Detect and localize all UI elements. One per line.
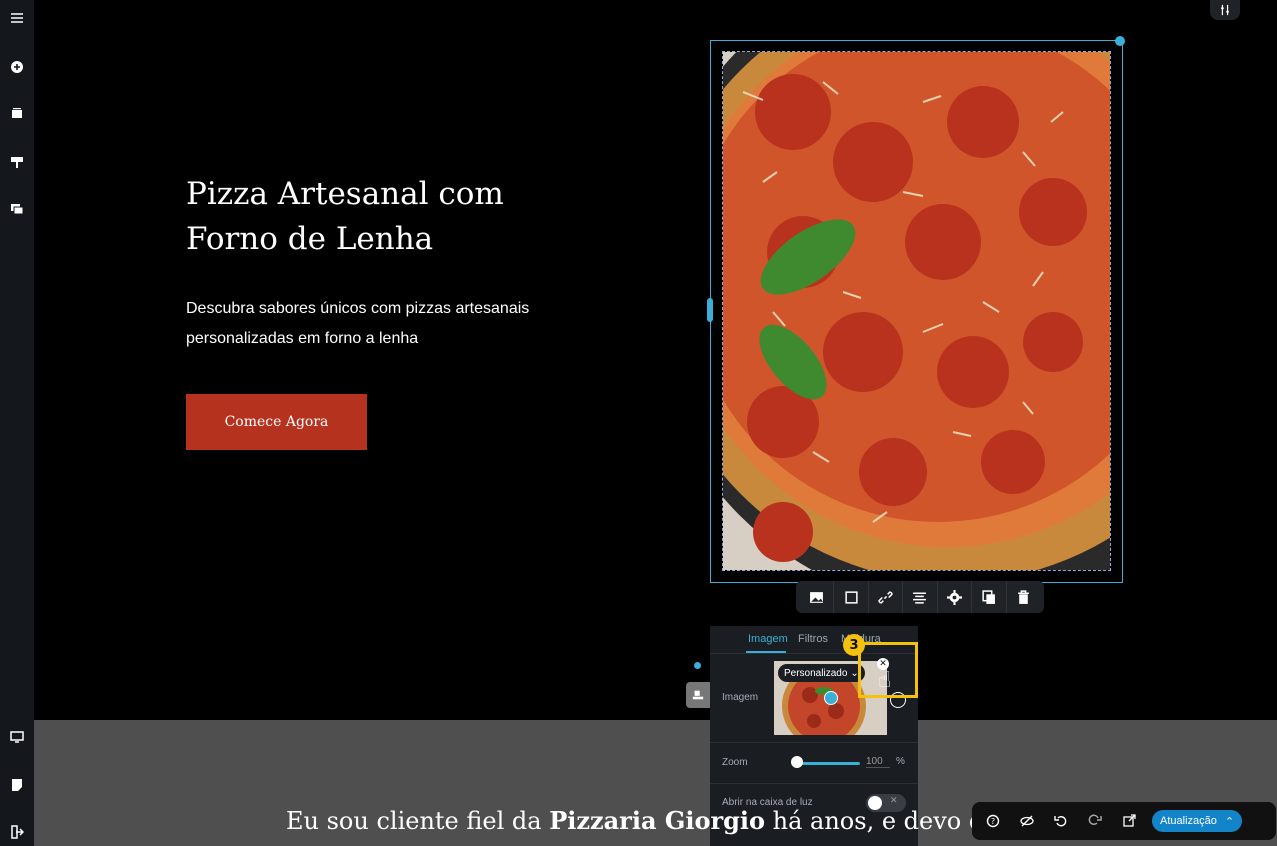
resize-handle[interactable] <box>707 298 713 322</box>
zoom-slider-track[interactable] <box>796 762 860 765</box>
desktop-view-icon[interactable] <box>7 727 27 747</box>
hand-pointer-icon: ☝ <box>878 668 892 693</box>
panel-marker-dot <box>694 662 701 669</box>
notes-icon[interactable] <box>7 775 27 795</box>
trash-icon[interactable] <box>1007 581 1040 613</box>
duplicate-icon[interactable] <box>972 581 1007 613</box>
testimonial-quote: Eu sou cliente fiel da Pizzaria Giorgio … <box>286 806 1083 835</box>
design-icon[interactable] <box>7 152 27 172</box>
hero-subtitle: Descubra sabores únicos com pizzas artes… <box>186 294 586 354</box>
pizza-image[interactable] <box>722 51 1111 571</box>
hero-title-line: Forno de Lenha <box>186 221 434 257</box>
toggle-off-icon: ✕ <box>890 796 898 806</box>
update-label: Atualização <box>1160 815 1217 827</box>
zoom-slider-thumb[interactable] <box>791 756 803 768</box>
focal-point-handle[interactable] <box>824 691 838 705</box>
left-toolbar <box>0 0 34 846</box>
gear-icon[interactable] <box>938 581 973 613</box>
frame-icon[interactable] <box>834 581 869 613</box>
undo-icon[interactable] <box>1044 802 1078 840</box>
quote-prefix: Eu sou cliente fiel da <box>286 807 550 835</box>
sections-icon[interactable] <box>7 104 27 124</box>
quote-brand: Pizzaria Giorgio <box>549 806 766 835</box>
hero-subtitle-line: personalizadas em forno a lenha <box>186 330 419 347</box>
image-label: Imagem <box>722 692 759 703</box>
divider <box>710 783 918 784</box>
zoom-unit: % <box>896 756 905 767</box>
menu-icon[interactable] <box>7 8 27 28</box>
hero-title: Pizza Artesanal com Forno de Lenha <box>186 172 566 262</box>
update-button[interactable]: Atualização ⌃ <box>1152 810 1243 832</box>
help-icon[interactable]: ? <box>976 802 1010 840</box>
image-icon[interactable] <box>800 581 835 613</box>
zoom-value-input[interactable]: 100 <box>866 756 890 768</box>
tab-filters[interactable]: Filtros <box>798 633 828 645</box>
redo-icon[interactable] <box>1078 802 1112 840</box>
hero-title-line: Pizza Artesanal com <box>186 176 504 212</box>
svg-text:?: ? <box>991 817 995 826</box>
zoom-label: Zoom <box>722 757 748 768</box>
panel-side-tab[interactable] <box>686 682 710 708</box>
divider <box>710 742 918 743</box>
tab-image[interactable]: Imagem <box>748 633 788 645</box>
exit-icon[interactable] <box>7 822 27 842</box>
bottom-action-bar: ? Atualização ⌃ <box>972 802 1276 840</box>
hide-icon[interactable] <box>1010 802 1044 840</box>
preset-label: Personalizado <box>784 667 848 679</box>
add-element-icon[interactable] <box>7 57 27 77</box>
tutorial-step-badge: 3 <box>843 634 865 656</box>
hero-subtitle-line: Descubra sabores únicos com pizzas artes… <box>186 300 530 317</box>
image-toolbar <box>796 581 1044 613</box>
cta-button[interactable]: Comece Agora <box>186 394 367 450</box>
rotate-handle[interactable] <box>1115 36 1125 46</box>
preset-dropdown[interactable]: Personalizado ⌄ <box>778 664 865 682</box>
settings-sliders-icon[interactable] <box>1210 0 1240 20</box>
align-icon[interactable] <box>903 581 938 613</box>
external-link-icon[interactable] <box>1112 802 1146 840</box>
comments-icon[interactable] <box>7 199 27 219</box>
chevron-up-icon[interactable]: ⌃ <box>1225 815 1234 828</box>
link-icon[interactable] <box>869 581 904 613</box>
